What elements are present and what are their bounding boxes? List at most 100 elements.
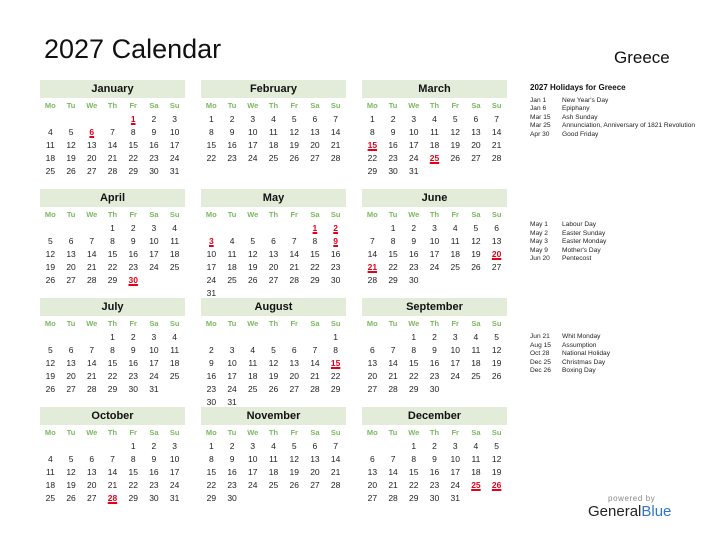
- weekday-label: Th: [107, 319, 118, 328]
- day-cell: 29: [206, 493, 217, 503]
- day-cell: 11: [269, 127, 278, 137]
- day-cell: 9: [208, 358, 214, 368]
- holiday-item: Mar 15 Ash Sunday: [530, 114, 700, 123]
- holiday-day-cell: 28: [107, 493, 118, 503]
- weekday-label: Su: [491, 210, 502, 219]
- month-header: January: [40, 80, 185, 98]
- day-cell: 10: [248, 127, 258, 137]
- day-cell: 11: [170, 345, 180, 355]
- day-cell: 27: [367, 493, 378, 503]
- day-cell: 12: [66, 140, 76, 150]
- day-cell: 18: [450, 249, 460, 259]
- holiday-date: May 2: [530, 229, 548, 237]
- day-cell: 6: [369, 345, 375, 355]
- day-cell: 1: [333, 332, 338, 342]
- weekday-label: Th: [268, 428, 279, 437]
- holiday-day-cell: 15: [367, 140, 378, 150]
- month-header: March: [362, 80, 507, 98]
- weekday-label: Tu: [227, 101, 237, 110]
- weekday-label: Sa: [310, 428, 320, 437]
- month-july: July Mo Tu We Th Fr Sa Su 1 2 3 4 5 6 7 8 9 10 11 12 13 14 15 1…: [40, 298, 185, 396]
- day-cell: 10: [248, 454, 258, 464]
- country-label: Greece: [614, 48, 670, 67]
- day-cell: 26: [289, 480, 299, 490]
- day-cell: 8: [411, 454, 417, 464]
- weekday-label: Sa: [310, 210, 320, 219]
- day-cell: 28: [367, 275, 378, 285]
- day-cell: 13: [367, 467, 378, 477]
- day-cell: 1: [208, 441, 214, 451]
- day-cell: 18: [45, 153, 56, 163]
- holiday-name: Boxing Day: [562, 367, 596, 375]
- day-cell: 24: [450, 480, 460, 490]
- day-cell: 14: [87, 249, 97, 259]
- day-cell: 21: [330, 467, 341, 477]
- generalblue-logo[interactable]: GeneralBlue: [588, 503, 671, 520]
- holidays-title: 2027 Holidays for Greece: [530, 83, 626, 92]
- empty-cell: [81, 222, 102, 235]
- brand-blue: Blue: [641, 503, 672, 520]
- day-cell: 20: [367, 480, 378, 490]
- month-days-grid: Mo Tu We Th Fr Sa Su 1 2 3 4 5 6 7 8 9 10 11 12 13 14 15 16 17 1…: [201, 316, 346, 409]
- day-cell: 31: [149, 384, 159, 394]
- weekday-label: Su: [169, 319, 180, 328]
- day-cell: 31: [450, 493, 460, 503]
- month-header: February: [201, 80, 346, 98]
- day-cell: 21: [330, 140, 341, 150]
- weekday-label: We: [86, 428, 98, 437]
- day-cell: 11: [248, 358, 258, 368]
- month-header: August: [201, 298, 346, 316]
- day-cell: 19: [491, 358, 502, 368]
- weekday-label: Th: [268, 101, 279, 110]
- day-cell: 13: [66, 249, 76, 259]
- day-cell: 24: [169, 153, 180, 163]
- day-cell: 29: [107, 275, 118, 285]
- day-cell: 12: [491, 454, 502, 464]
- empty-cell: [263, 222, 284, 235]
- holiday-date: Dec 25: [530, 358, 551, 366]
- day-cell: 24: [227, 384, 237, 394]
- day-cell: 13: [87, 467, 97, 477]
- weekday-label: Su: [169, 101, 180, 110]
- day-cell: 13: [87, 140, 97, 150]
- empty-cell: [81, 331, 102, 344]
- holiday-item: May 2 Easter Sunday: [530, 230, 606, 239]
- weekday-label: Su: [330, 428, 341, 437]
- day-cell: 17: [169, 467, 180, 477]
- day-cell: 18: [169, 358, 180, 368]
- day-cell: 13: [491, 236, 502, 246]
- day-cell: 27: [289, 384, 299, 394]
- day-cell: 24: [248, 153, 258, 163]
- day-cell: 26: [66, 166, 76, 176]
- day-cell: 16: [388, 140, 398, 150]
- holiday-day-cell: 25: [471, 480, 481, 490]
- day-cell: 22: [310, 262, 320, 272]
- powered-by-text: powered by: [608, 494, 656, 503]
- holiday-list-3: Jun 21 Whit Monday Aug 15 Assumption Oct 28 N…: [530, 333, 610, 376]
- holiday-day-cell: 15: [330, 358, 341, 368]
- empty-cell: [40, 222, 61, 235]
- day-cell: 28: [388, 493, 398, 503]
- day-cell: 2: [130, 332, 136, 342]
- weekday-label: Sa: [149, 210, 159, 219]
- weekday-label: Tu: [66, 210, 76, 219]
- day-cell: 25: [169, 371, 180, 381]
- day-cell: 24: [206, 275, 217, 285]
- day-cell: 13: [367, 358, 378, 368]
- day-cell: 17: [409, 140, 419, 150]
- day-cell: 22: [107, 262, 118, 272]
- day-cell: 24: [409, 153, 419, 163]
- day-cell: 27: [310, 153, 320, 163]
- day-cell: 13: [66, 358, 76, 368]
- day-cell: 21: [107, 153, 118, 163]
- month-header: June: [362, 189, 507, 207]
- day-cell: 30: [149, 166, 159, 176]
- weekday-label: Tu: [388, 319, 398, 328]
- day-cell: 8: [130, 454, 136, 464]
- day-cell: 9: [229, 454, 235, 464]
- day-cell: 23: [409, 262, 419, 272]
- month-february: February Mo Tu We Th Fr Sa Su 1 2 3 4 5 6 7 8 9 10 11 12 13 1…: [201, 80, 346, 165]
- day-cell: 21: [388, 480, 398, 490]
- holiday-date: Aug 15: [530, 341, 551, 349]
- day-cell: 20: [310, 467, 320, 477]
